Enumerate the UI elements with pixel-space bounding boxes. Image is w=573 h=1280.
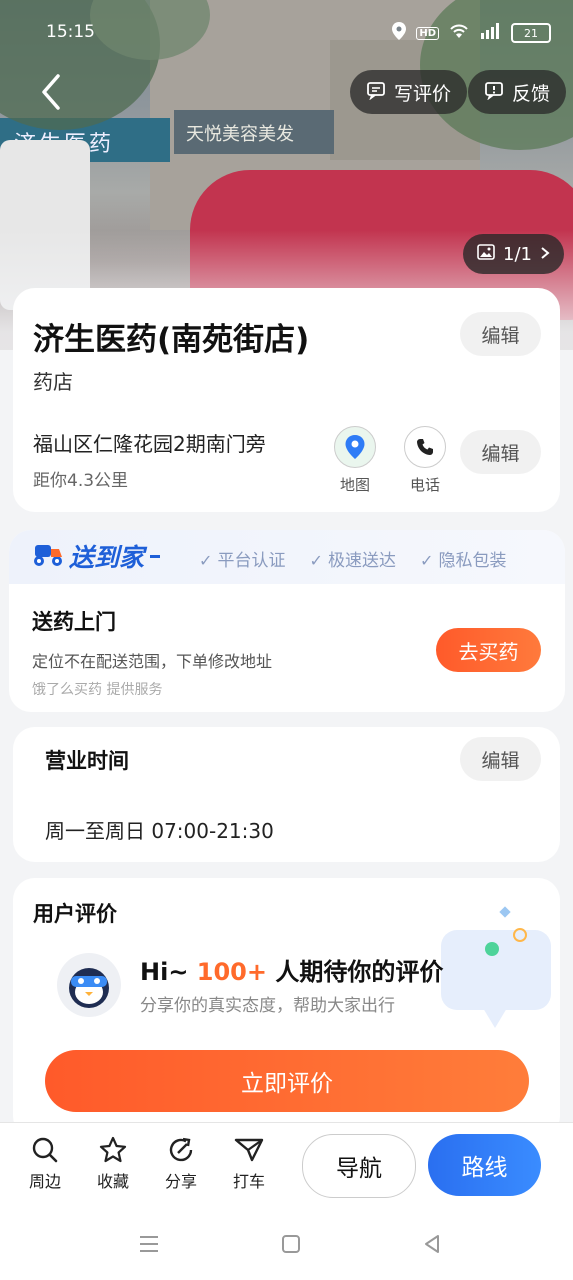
image-icon bbox=[477, 243, 495, 265]
home-icon[interactable] bbox=[281, 1234, 301, 1258]
delivery-badges: ✓ 平台认证 ✓ 极速送达 ✓ 隐私包装 bbox=[199, 546, 507, 571]
check-icon: ✓ bbox=[199, 551, 218, 570]
store-distance: 距你4.3公里 bbox=[33, 471, 129, 491]
badge-label: 极速送达 bbox=[328, 551, 396, 571]
badge-privacy: ✓ 隐私包装 bbox=[420, 546, 507, 571]
phone-label: 电话 bbox=[409, 476, 440, 494]
review-prompt-sub: 分享你的真实态度，帮助大家出行 bbox=[140, 996, 395, 1016]
comment-icon bbox=[366, 80, 386, 105]
hd-icon: HD bbox=[416, 26, 439, 40]
nav-label: 收藏 bbox=[96, 1172, 129, 1191]
map-pin-icon bbox=[334, 426, 376, 468]
back-arrow-icon bbox=[42, 74, 60, 110]
write-review-label: 写评价 bbox=[394, 82, 452, 105]
reviews-card: 用户评价 Hi~ 100+ 人期待你的评价 分享你的真实态度，帮助大家出行 立即… bbox=[13, 878, 560, 1138]
edit-hours-button[interactable]: 编辑 bbox=[460, 737, 541, 781]
nav-taxi[interactable]: 打车 bbox=[224, 1136, 274, 1192]
status-bar: 15:15 HD 21 bbox=[0, 0, 573, 60]
search-icon bbox=[32, 1137, 58, 1163]
decor-dot-green bbox=[485, 942, 499, 956]
hours-value: 周一至周日 07:00-21:30 bbox=[45, 819, 274, 843]
delivery-provider: 饿了么买药 提供服务 bbox=[32, 682, 163, 698]
delivery-card: 送到家 ✓ 平台认证 ✓ 极速送达 ✓ 隐私包装 送药上门 定位不在配送范围，下… bbox=[9, 530, 565, 712]
hours-title: 营业时间 bbox=[45, 749, 129, 773]
phone-button[interactable]: 电话 bbox=[395, 426, 455, 495]
review-prompt-count: 100+ bbox=[196, 958, 267, 986]
delivery-subtitle: 定位不在配送范围，下单修改地址 bbox=[32, 652, 273, 671]
nav-label: 分享 bbox=[164, 1172, 197, 1191]
badge-label: 平台认证 bbox=[217, 551, 286, 571]
nav-label: 打车 bbox=[232, 1172, 265, 1191]
review-prompt: Hi~ 100+ 人期待你的评价 bbox=[140, 952, 443, 987]
map-button[interactable]: 地图 bbox=[325, 426, 385, 495]
battery-icon: 21 bbox=[511, 23, 551, 43]
route-button[interactable]: 路线 bbox=[428, 1134, 541, 1196]
chevron-right-icon bbox=[540, 244, 550, 265]
decor-diamond bbox=[499, 906, 511, 918]
decor-ring-orange bbox=[513, 928, 527, 942]
review-prompt-suffix: 人期待你的评价 bbox=[275, 958, 444, 986]
nav-nearby[interactable]: 周边 bbox=[20, 1136, 70, 1192]
store-name: 济生医药(南苑街店) bbox=[33, 322, 310, 358]
hours-card: 营业时间 编辑 周一至周日 07:00-21:30 bbox=[13, 727, 560, 862]
delivery-title: 送药上门 bbox=[32, 610, 116, 634]
signal-icon bbox=[479, 23, 501, 43]
feedback-button[interactable]: 反馈 bbox=[468, 70, 567, 114]
feedback-label: 反馈 bbox=[512, 82, 551, 105]
review-prompt-prefix: Hi~ bbox=[140, 958, 189, 986]
star-icon bbox=[99, 1136, 127, 1163]
reviews-title: 用户评价 bbox=[33, 902, 117, 926]
back-button[interactable] bbox=[34, 70, 74, 114]
badge-label: 隐私包装 bbox=[438, 551, 507, 571]
navigate-button[interactable]: 导航 bbox=[302, 1134, 416, 1198]
photo-count-button[interactable]: 1/1 bbox=[463, 234, 564, 274]
chat-bubble-decoration bbox=[441, 930, 551, 1010]
chat-bubble-tail bbox=[483, 1008, 507, 1028]
nav-label: 周边 bbox=[28, 1172, 61, 1191]
store-address: 福山区仁隆花园2期南门旁 bbox=[33, 432, 266, 456]
battery-level: 21 bbox=[524, 26, 538, 40]
mascot-icon bbox=[69, 968, 109, 1008]
menu-icon[interactable] bbox=[138, 1234, 160, 1258]
edit-address-button[interactable]: 编辑 bbox=[460, 430, 541, 474]
mascot-avatar bbox=[57, 953, 121, 1017]
nav-share[interactable]: 分享 bbox=[156, 1136, 206, 1192]
wifi-icon bbox=[449, 23, 469, 43]
photo-count: 1/1 bbox=[503, 243, 532, 265]
divider bbox=[0, 1122, 573, 1123]
feedback-icon bbox=[484, 80, 504, 105]
check-icon: ✓ bbox=[309, 551, 328, 570]
store-category: 药店 bbox=[33, 370, 73, 394]
delivery-brand: 送到家 bbox=[69, 543, 145, 572]
bottom-nav: 周边 收藏 分享 打车 bbox=[20, 1136, 274, 1192]
badge-certified: ✓ 平台认证 bbox=[199, 546, 286, 571]
store-info-card: 济生医药(南苑街店) 编辑 药店 福山区仁隆花园2期南门旁 距你4.3公里 地图… bbox=[13, 288, 560, 512]
share-icon bbox=[169, 1137, 193, 1162]
edit-name-button[interactable]: 编辑 bbox=[460, 312, 541, 356]
taxi-icon bbox=[234, 1138, 264, 1162]
brand-dash bbox=[150, 554, 161, 558]
scooter-icon bbox=[31, 539, 65, 573]
review-now-button[interactable]: 立即评价 bbox=[45, 1050, 529, 1112]
delivery-brand-logo: 送到家 bbox=[31, 538, 161, 574]
nav-favorite[interactable]: 收藏 bbox=[88, 1136, 138, 1192]
system-nav-bar bbox=[0, 1210, 573, 1280]
map-label: 地图 bbox=[339, 476, 370, 494]
check-icon: ✓ bbox=[420, 551, 439, 570]
bottom-action-bar: 周边 收藏 分享 打车 导航 路线 bbox=[0, 1122, 573, 1210]
buy-medicine-button[interactable]: 去买药 bbox=[436, 628, 541, 672]
status-time: 15:15 bbox=[46, 22, 95, 42]
status-icons: HD 21 bbox=[392, 22, 551, 44]
write-review-button[interactable]: 写评价 bbox=[350, 70, 468, 114]
badge-fast: ✓ 极速送达 bbox=[310, 546, 397, 571]
location-icon bbox=[392, 22, 407, 44]
back-nav-icon[interactable] bbox=[422, 1234, 442, 1258]
photo-shop-sign: 天悦美容美发 bbox=[174, 110, 334, 154]
phone-icon bbox=[404, 426, 446, 468]
photo-sign-text: 天悦美容美发 bbox=[186, 124, 294, 145]
